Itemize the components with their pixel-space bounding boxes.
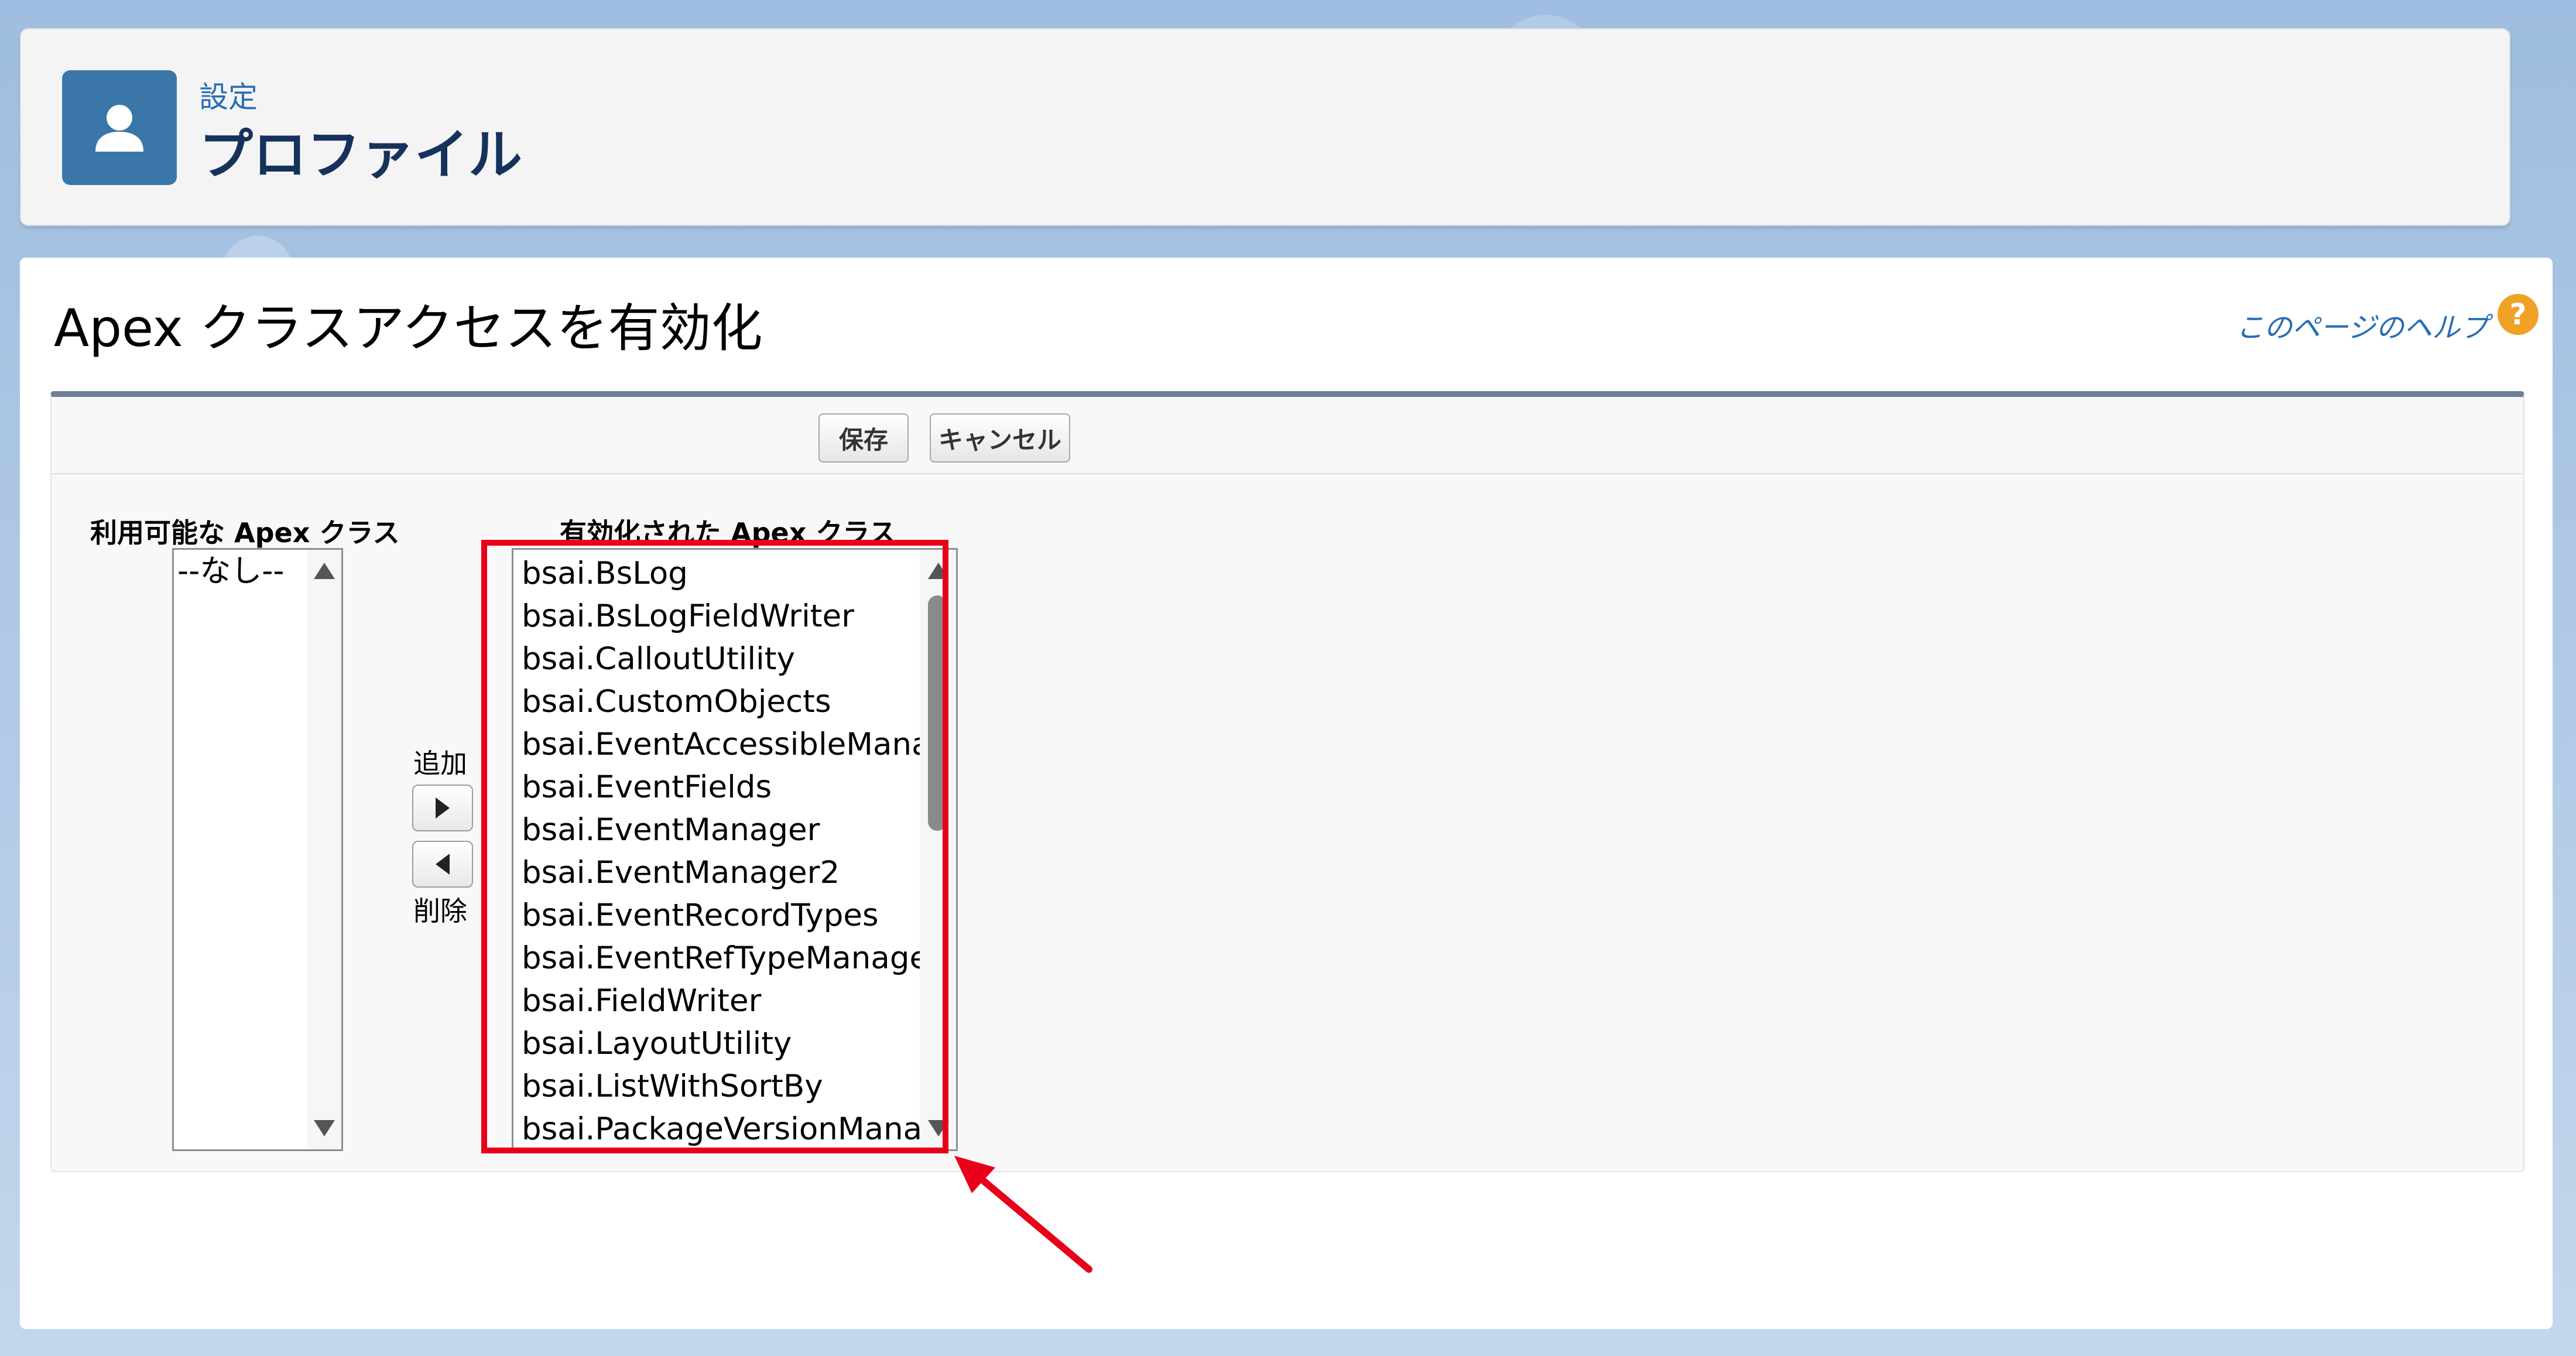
enabled-scrollbar[interactable]: [920, 550, 956, 1149]
enabled-classes-label: 有効化された Apex クラス: [560, 517, 896, 549]
list-item[interactable]: bsai.EventAccessibleManager: [513, 723, 956, 766]
available-classes-label: 利用可能な Apex クラス: [90, 517, 400, 549]
list-item[interactable]: bsai.EventRecordTypes: [513, 894, 956, 937]
list-item[interactable]: bsai.EventManager: [513, 809, 956, 851]
cancel-button[interactable]: キャンセル: [930, 413, 1070, 463]
available-scrollbar[interactable]: [307, 550, 341, 1149]
help-link[interactable]: このページのヘルプ: [2236, 304, 2488, 345]
list-item[interactable]: bsai.CustomObjects: [513, 680, 956, 723]
scroll-down-icon[interactable]: [314, 1120, 335, 1136]
arrow-right-icon: [436, 797, 450, 819]
list-item[interactable]: bsai.PackageVersionManager: [513, 1108, 956, 1149]
scroll-down-icon[interactable]: [928, 1120, 949, 1136]
help-icon[interactable]: ?: [2498, 294, 2539, 335]
list-item[interactable]: bsai.BsLog: [513, 552, 956, 595]
arrow-left-icon: [436, 854, 450, 875]
list-item[interactable]: bsai.EventFields: [513, 766, 956, 809]
list-item[interactable]: bsai.LayoutUtility: [513, 1022, 956, 1065]
save-button[interactable]: 保存: [818, 413, 909, 463]
list-item[interactable]: bsai.ListWithSortBy: [513, 1065, 956, 1108]
remove-label: 削除: [413, 895, 467, 927]
list-item[interactable]: bsai.BsLogFieldWriter: [513, 595, 956, 638]
remove-button[interactable]: [412, 841, 473, 888]
enabled-classes-listbox[interactable]: bsai.BsLog bsai.BsLogFieldWriter bsai.Ca…: [512, 548, 958, 1151]
section-title: Apex クラスアクセスを有効化: [54, 298, 763, 358]
button-toolbar: 保存 キャンセル: [52, 397, 2523, 474]
breadcrumb-setup[interactable]: 設定: [199, 74, 258, 116]
annotation-arrow-icon: [954, 1156, 1092, 1273]
available-classes-listbox[interactable]: --なし--: [172, 548, 343, 1151]
add-button[interactable]: [412, 785, 473, 831]
scroll-up-icon[interactable]: [928, 563, 949, 579]
list-item[interactable]: bsai.CalloutUtility: [513, 638, 956, 680]
add-label: 追加: [413, 748, 467, 779]
main-content: Apex クラスアクセスを有効化 このページのヘルプ ? 保存 キャンセル 利用…: [20, 258, 2553, 1329]
page-title: プロファイル: [199, 124, 523, 186]
list-item[interactable]: bsai.EventRefTypeManager: [513, 937, 956, 980]
class-access-panel: 保存 キャンセル 利用可能な Apex クラス 有効化された Apex クラス …: [50, 391, 2524, 1172]
list-item[interactable]: bsai.EventManager2: [513, 851, 956, 894]
scroll-thumb[interactable]: [928, 595, 947, 831]
scroll-up-icon[interactable]: [314, 563, 335, 579]
list-item[interactable]: bsai.FieldWriter: [513, 980, 956, 1022]
profile-icon: [62, 70, 177, 185]
page-header: 設定 プロファイル: [20, 28, 2510, 226]
